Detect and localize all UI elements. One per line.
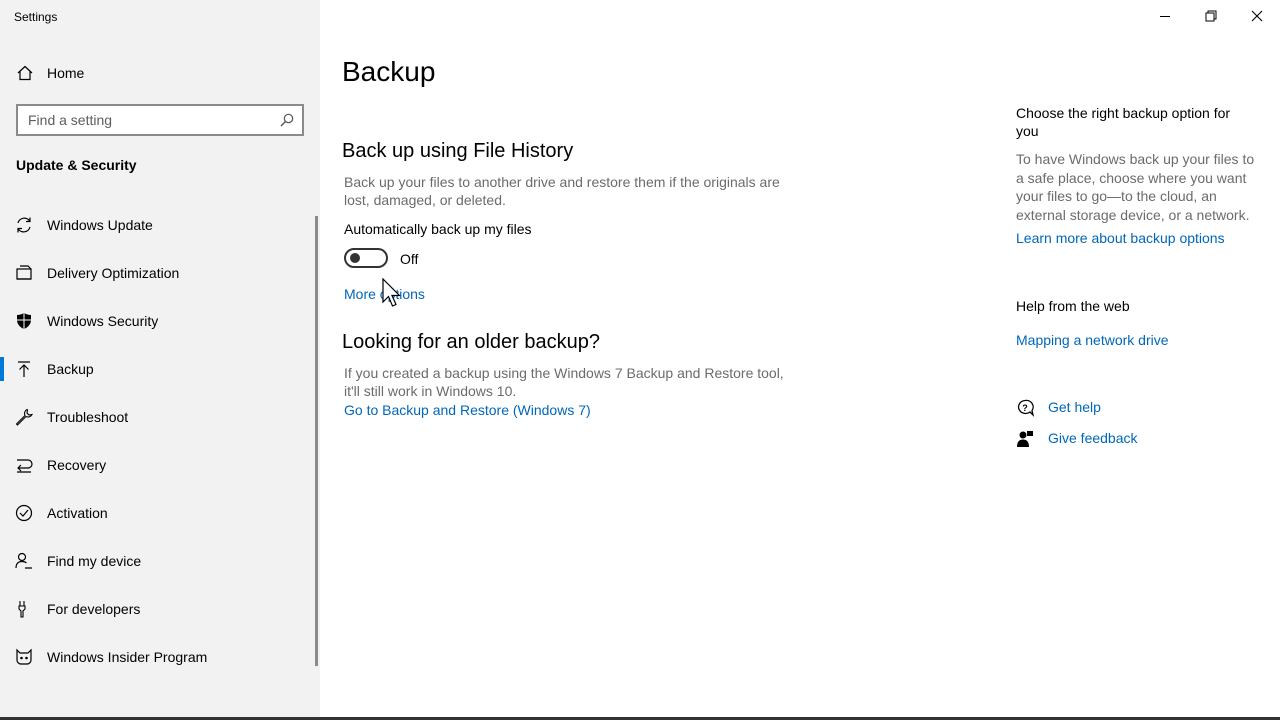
mapping-network-drive-link[interactable]: Mapping a network drive xyxy=(1016,332,1169,348)
sidebar-item-for-developers[interactable]: For developers xyxy=(0,585,316,633)
sidebar-item-label: Windows Insider Program xyxy=(47,649,208,665)
choose-option-heading: Choose the right backup option for you xyxy=(1016,105,1231,139)
sidebar-item-find-my-device[interactable]: Find my device xyxy=(0,537,316,585)
sidebar-item-label: Delivery Optimization xyxy=(47,265,180,281)
minimize-button[interactable] xyxy=(1142,0,1188,32)
sidebar-scrollbar[interactable] xyxy=(315,216,318,666)
help-heading: Help from the web xyxy=(1016,298,1130,314)
home-label: Home xyxy=(47,65,85,81)
svg-text:?: ? xyxy=(1022,403,1028,413)
file-history-description: Back up your files to another drive and … xyxy=(344,174,780,208)
get-help-link[interactable]: ? Get help xyxy=(1016,398,1256,418)
get-help-label: Get help xyxy=(1048,399,1101,415)
backup-restore-win7-link[interactable]: Go to Backup and Restore (Windows 7) xyxy=(344,402,591,418)
backup-arrow-icon xyxy=(18,361,30,377)
delivery-optimization-icon xyxy=(16,265,32,280)
sidebar-item-windows-update[interactable]: Windows Update xyxy=(0,201,316,249)
sidebar-item-label: Windows Security xyxy=(47,313,159,329)
wrench-icon xyxy=(15,408,33,426)
search-box[interactable] xyxy=(16,104,304,136)
older-backup-heading: Looking for an older backup? xyxy=(342,331,600,353)
sidebar-item-label: Activation xyxy=(47,505,108,521)
sidebar-item-label: Recovery xyxy=(47,457,107,473)
sidebar-item-recovery[interactable]: Recovery xyxy=(0,441,316,489)
choose-option-description: To have Windows back up your files to a … xyxy=(1016,151,1255,223)
toggle-state-text: Off xyxy=(400,251,419,267)
search-icon[interactable] xyxy=(280,113,294,127)
window-controls xyxy=(1142,0,1280,32)
close-icon xyxy=(1251,10,1263,22)
sidebar-item-windows-security[interactable]: Windows Security xyxy=(0,297,316,345)
sidebar-item-backup[interactable]: Backup xyxy=(0,345,316,393)
sidebar-item-label: Find my device xyxy=(47,553,142,569)
sidebar-item-troubleshoot[interactable]: Troubleshoot xyxy=(0,393,316,441)
page-title: Backup xyxy=(342,56,436,87)
older-backup-description: If you created a backup using the Window… xyxy=(344,365,784,399)
sync-icon xyxy=(17,217,31,233)
developer-tools-icon xyxy=(18,601,26,618)
app-title: Settings xyxy=(14,10,58,24)
restore-icon xyxy=(1205,10,1217,22)
sidebar: Settings Home Update & Security Windows … xyxy=(0,0,320,720)
minimize-icon xyxy=(1160,16,1170,17)
sidebar-item-label: Windows Update xyxy=(47,217,153,233)
auto-backup-toggle[interactable] xyxy=(344,248,388,268)
recovery-icon xyxy=(17,459,33,473)
home-button[interactable]: Home xyxy=(0,58,320,88)
toggle-knob xyxy=(350,253,360,263)
chat-help-icon: ? xyxy=(1017,399,1034,417)
sidebar-item-delivery-optimization[interactable]: Delivery Optimization xyxy=(0,249,316,297)
restore-button[interactable] xyxy=(1188,0,1234,32)
sidebar-item-label: Troubleshoot xyxy=(47,409,129,425)
sidebar-item-windows-insider-program[interactable]: Windows Insider Program xyxy=(0,633,316,681)
home-icon xyxy=(17,65,33,81)
check-circle-icon xyxy=(15,504,33,522)
sidebar-item-label: Backup xyxy=(47,361,94,377)
give-feedback-label: Give feedback xyxy=(1048,430,1138,446)
feedback-person-icon xyxy=(1017,431,1033,447)
person-location-icon xyxy=(15,552,32,569)
mouse-cursor-icon xyxy=(382,278,401,307)
shield-icon xyxy=(17,313,31,329)
auto-backup-label: Automatically back up my files xyxy=(344,221,532,237)
sidebar-item-activation[interactable]: Activation xyxy=(0,489,316,537)
search-input[interactable] xyxy=(18,106,268,134)
file-history-heading: Back up using File History xyxy=(342,140,574,162)
sidebar-nav: Windows Update Delivery Optimization Win… xyxy=(0,201,316,681)
close-button[interactable] xyxy=(1234,0,1280,32)
insider-cat-icon xyxy=(16,648,32,665)
give-feedback-link[interactable]: Give feedback xyxy=(1016,429,1256,449)
learn-more-link[interactable]: Learn more about backup options xyxy=(1016,230,1225,246)
section-title: Update & Security xyxy=(16,157,137,173)
sidebar-item-label: For developers xyxy=(47,601,141,617)
